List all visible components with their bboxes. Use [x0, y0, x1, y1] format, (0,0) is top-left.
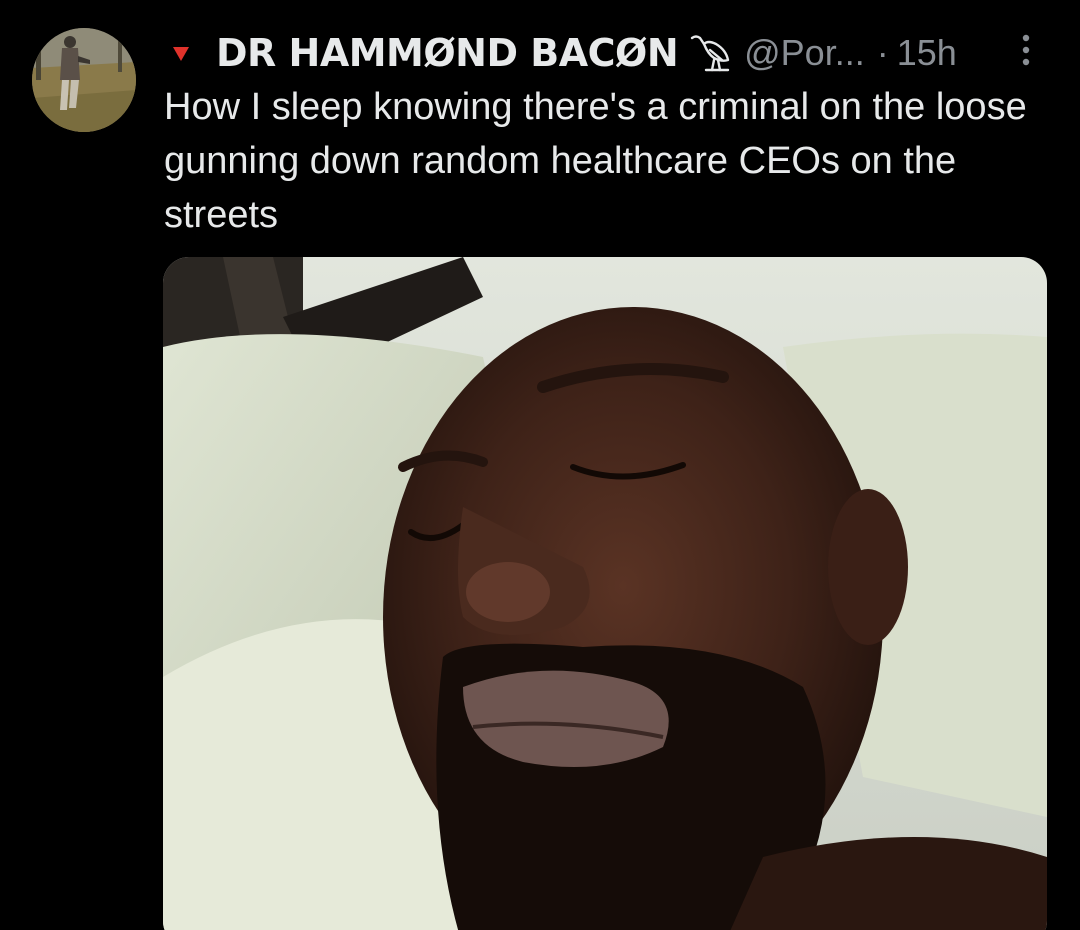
- post-timestamp[interactable]: 15h: [897, 32, 957, 74]
- author-display-name[interactable]: DR HAMMØND BACØN: [216, 31, 679, 75]
- avatar[interactable]: [32, 28, 136, 132]
- more-vertical-icon[interactable]: [1016, 32, 1036, 72]
- tweet-header: DR HAMMØND BACØN @Por... · 15h: [172, 30, 1042, 76]
- tweet-media-photo[interactable]: [163, 257, 1047, 930]
- separator-dot: ·: [876, 32, 889, 73]
- red-triangle-icon: [173, 47, 189, 61]
- tweet-text: How I sleep knowing there's a criminal o…: [164, 86, 1027, 236]
- ibis-bird-icon: [690, 35, 730, 72]
- sleeping-man-photo-icon: [163, 257, 1047, 930]
- author-handle[interactable]: @Por...: [744, 32, 865, 74]
- avatar-photo-icon: [32, 28, 136, 132]
- tweet[interactable]: DR HAMMØND BACØN @Por... · 15h How I sle…: [0, 0, 1080, 930]
